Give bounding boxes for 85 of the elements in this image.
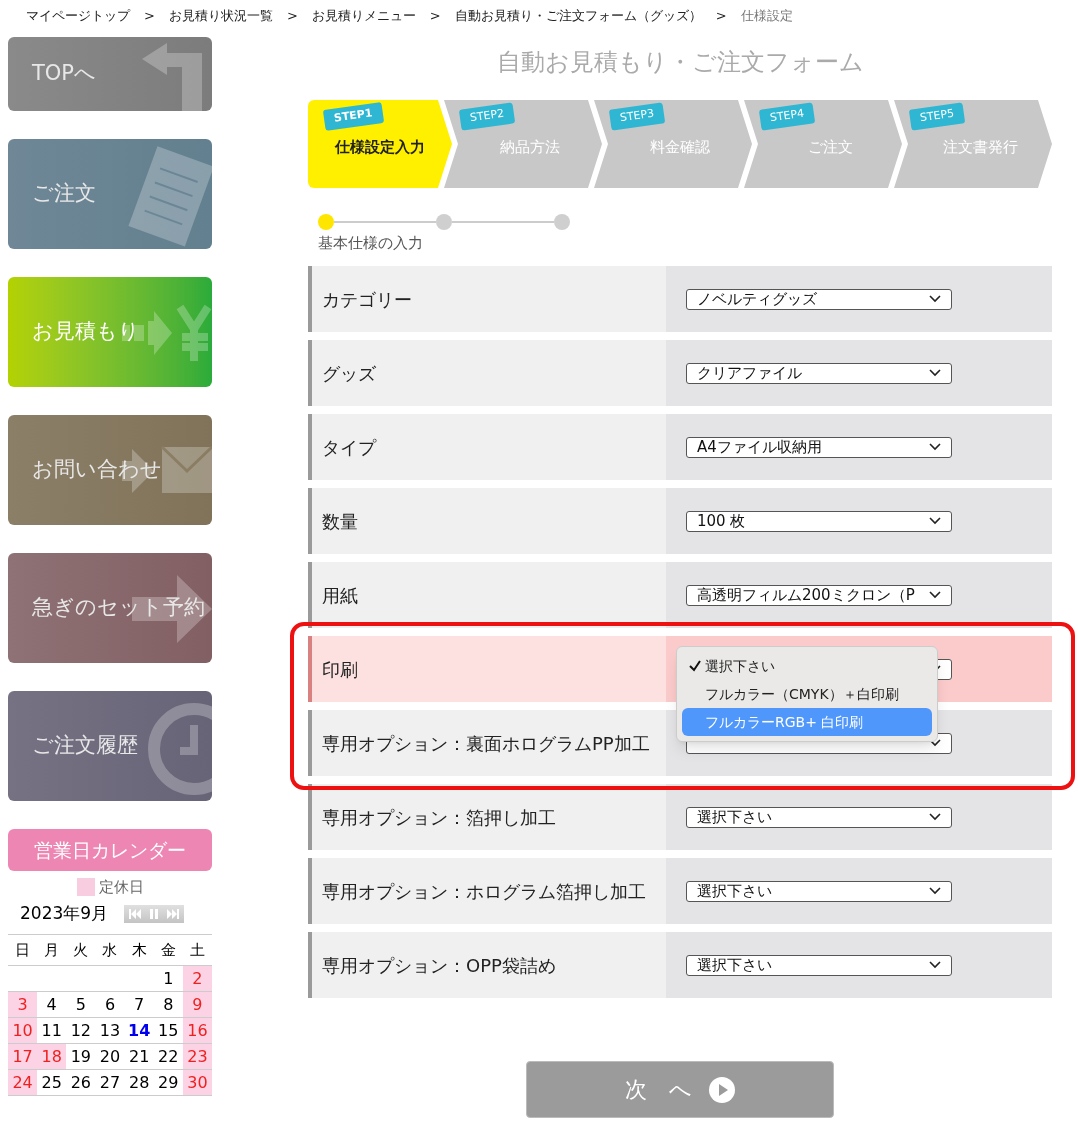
weekday-header: 火: [72, 939, 90, 961]
step-badge: STEP2: [458, 102, 516, 131]
page-heading: 自動お見積もり・ご注文フォーム: [495, 47, 865, 78]
step-badge: STEP1: [322, 102, 384, 131]
select-field[interactable]: 選択下さい: [686, 880, 952, 902]
calendar-day: 10: [8, 1018, 38, 1043]
legend-swatch: [76, 878, 95, 896]
field-label: 用紙: [308, 562, 666, 628]
field-label: 数量: [308, 488, 666, 554]
calendar-day: 18: [37, 1044, 67, 1069]
calendar-day: 28: [124, 1070, 154, 1095]
calendar-day: 27: [95, 1070, 125, 1095]
sidebar-nav-button[interactable]: 急ぎのセット予約: [8, 553, 212, 663]
calendar-day: 24: [8, 1070, 38, 1095]
step-badge: STEP5: [908, 102, 966, 131]
breadcrumb-link[interactable]: 自動お見積り・ご注文フォーム（グッズ）: [454, 6, 702, 26]
calendar-day: 19: [66, 1044, 96, 1069]
weekday-header: 水: [101, 939, 119, 961]
breadcrumb-link[interactable]: お見積りメニュー: [311, 6, 416, 26]
progress-label: 基本仕様の入力: [318, 233, 424, 254]
calendar-day: 1: [153, 966, 183, 991]
calendar-day: 8: [153, 992, 183, 1017]
calendar-day: 6: [95, 992, 125, 1017]
breadcrumb-current: 仕様設定: [740, 7, 793, 26]
calendar-day: 16: [182, 1018, 212, 1043]
select-field[interactable]: 高透明フィルム200ミクロン（P: [686, 584, 952, 606]
pause-icon[interactable]: [150, 909, 159, 919]
field-label: 専用オプション：ホログラム箔押し加工: [308, 858, 666, 924]
breadcrumb-separator: >: [715, 7, 727, 26]
calendar-day: 2: [182, 966, 212, 991]
previous-icon[interactable]: [128, 909, 141, 919]
calendar-day: 17: [8, 1044, 38, 1069]
checkmark-icon: [689, 660, 701, 672]
weekday-header: 日: [14, 939, 32, 961]
calendar-day: 4: [37, 992, 67, 1017]
weekday-header: 月: [43, 939, 61, 961]
calendar-day: 15: [153, 1018, 183, 1043]
step-badge: STEP4: [758, 102, 816, 131]
calendar-day: 13: [95, 1018, 125, 1043]
breadcrumb-separator: >: [429, 7, 441, 26]
select-field[interactable]: A4ファイル収納用: [686, 436, 952, 458]
play-circle-icon: [707, 1075, 736, 1104]
weekday-header: 土: [188, 939, 206, 961]
calendar-day: 12: [66, 1018, 96, 1043]
sidebar-nav-button[interactable]: ご注文履歴: [8, 691, 212, 801]
next-icon[interactable]: [167, 909, 180, 919]
field-label: 専用オプション：箔押し加工: [308, 784, 666, 850]
calendar-day: 7: [124, 992, 154, 1017]
select-field[interactable]: 選択下さい: [686, 954, 952, 976]
field-label: グッズ: [308, 340, 666, 406]
month-nav-control[interactable]: [124, 905, 185, 923]
calendar-day: 30: [182, 1070, 212, 1095]
select-field[interactable]: 100 枚: [686, 510, 952, 532]
calendar-month: 2023年9月: [20, 902, 109, 926]
breadcrumb-separator: >: [144, 7, 155, 26]
field-label: タイプ: [308, 414, 666, 480]
dropdown-option[interactable]: 選択下さい: [682, 652, 932, 680]
calendar-day: 25: [37, 1070, 67, 1095]
weekday-header: 木: [130, 939, 148, 961]
weekday-header: 金: [159, 939, 177, 961]
step-badge: STEP3: [608, 102, 666, 131]
calendar-day: 14: [124, 1018, 154, 1043]
calendar-day: 23: [182, 1044, 212, 1069]
dropdown-option[interactable]: フルカラー（CMYK）＋白印刷: [682, 680, 932, 708]
field-label: 専用オプション：裏面ホログラムPP加工: [308, 710, 666, 776]
select-field[interactable]: 選択下さい: [686, 806, 952, 828]
calendar-day: 26: [66, 1070, 96, 1095]
calendar-day: 20: [95, 1044, 125, 1069]
calendar-day: 9: [182, 992, 212, 1017]
calendar-day: 5: [66, 992, 96, 1017]
calendar-day: 3: [8, 992, 38, 1017]
legend-label: 定休日: [98, 876, 144, 898]
calendar-title: 営業日カレンダー: [8, 829, 212, 871]
breadcrumb-link[interactable]: マイページトップ: [26, 6, 130, 26]
breadcrumb-link[interactable]: お見積り状況一覧: [168, 6, 273, 26]
field-label: 専用オプション：OPP袋詰め: [308, 932, 666, 998]
calendar-day: 21: [124, 1044, 154, 1069]
select-field[interactable]: ノベルティグッズ: [686, 288, 952, 310]
field-label: カテゴリー: [308, 266, 666, 332]
calendar-day: 29: [153, 1070, 183, 1095]
calendar-day: 22: [153, 1044, 183, 1069]
field-label: 印刷: [308, 636, 666, 702]
select-field[interactable]: クリアファイル: [686, 362, 952, 384]
calendar-day: 11: [37, 1018, 67, 1043]
breadcrumb-separator: >: [286, 7, 298, 26]
